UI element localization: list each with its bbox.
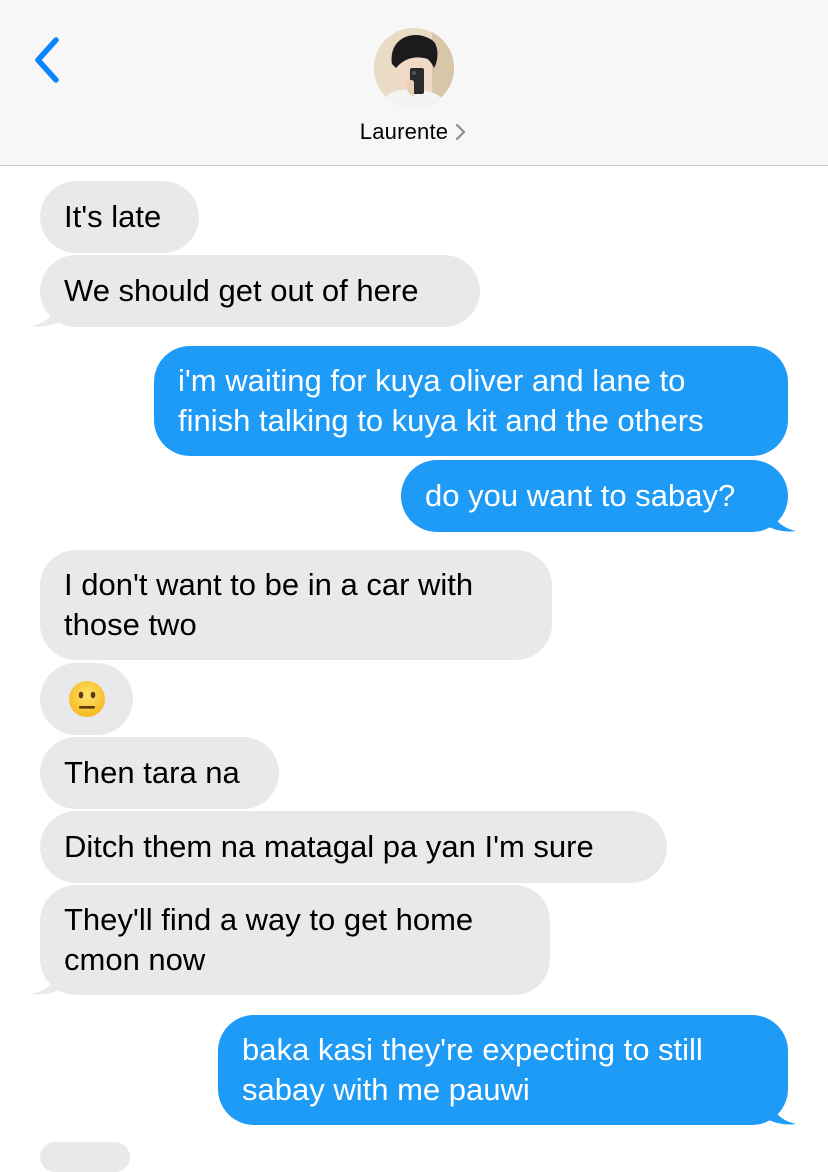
back-button[interactable] xyxy=(28,34,68,86)
outgoing-message[interactable]: do you want to sabay? xyxy=(401,460,788,532)
chevron-left-icon xyxy=(35,37,59,83)
message-thread[interactable]: It's late We should get out of here i'm … xyxy=(0,166,828,1172)
message-text: We should get out of here xyxy=(64,273,419,308)
incoming-message[interactable]: It's late xyxy=(40,181,199,253)
incoming-message[interactable] xyxy=(40,663,133,735)
incoming-message[interactable]: I don't want to be in a car with those t… xyxy=(40,550,552,660)
incoming-message[interactable]: Then tara na xyxy=(40,737,279,809)
message-text: baka kasi they're expecting to still xyxy=(242,1032,703,1067)
message-text: cmon now xyxy=(64,942,206,977)
outgoing-message[interactable]: i'm waiting for kuya oliver and lane to … xyxy=(154,346,788,456)
chevron-right-icon xyxy=(456,123,466,141)
message-text: They'll find a way to get home xyxy=(64,902,474,937)
avatar-photo xyxy=(374,28,454,108)
contact-name: Laurente xyxy=(359,119,449,144)
outgoing-message[interactable]: baka kasi they're expecting to still sab… xyxy=(218,1015,788,1125)
contact-name-button[interactable]: Laurente xyxy=(0,116,828,148)
message-text: sabay with me pauwi xyxy=(242,1072,530,1107)
message-text: Ditch them na matagal pa yan I'm sure xyxy=(64,829,594,864)
outgoing-bubble-tail xyxy=(762,1094,796,1125)
contact-avatar[interactable] xyxy=(374,28,454,108)
incoming-bubble-tail xyxy=(32,964,66,995)
message-text: do you want to sabay? xyxy=(425,478,736,513)
outgoing-bubble-tail xyxy=(762,501,796,532)
incoming-message[interactable]: We should get out of here xyxy=(40,255,480,327)
neutral-face-emoji-icon xyxy=(68,681,105,717)
message-text: I don't want to be in a car with xyxy=(64,567,474,602)
conversation-header: Laurente xyxy=(0,0,828,166)
incoming-message[interactable]: Ditch them na matagal pa yan I'm sure xyxy=(40,811,667,883)
message-text: finish talking to kuya kit and the other… xyxy=(178,403,704,438)
incoming-bubble-tail xyxy=(32,296,66,327)
message-text: It's late xyxy=(64,199,162,234)
incoming-message[interactable]: They'll find a way to get home cmon now xyxy=(40,885,550,995)
partial-incoming-message xyxy=(40,1142,130,1172)
message-text: Then tara na xyxy=(64,755,240,790)
message-text: i'm waiting for kuya oliver and lane to xyxy=(178,363,686,398)
message-text: those two xyxy=(64,607,197,642)
